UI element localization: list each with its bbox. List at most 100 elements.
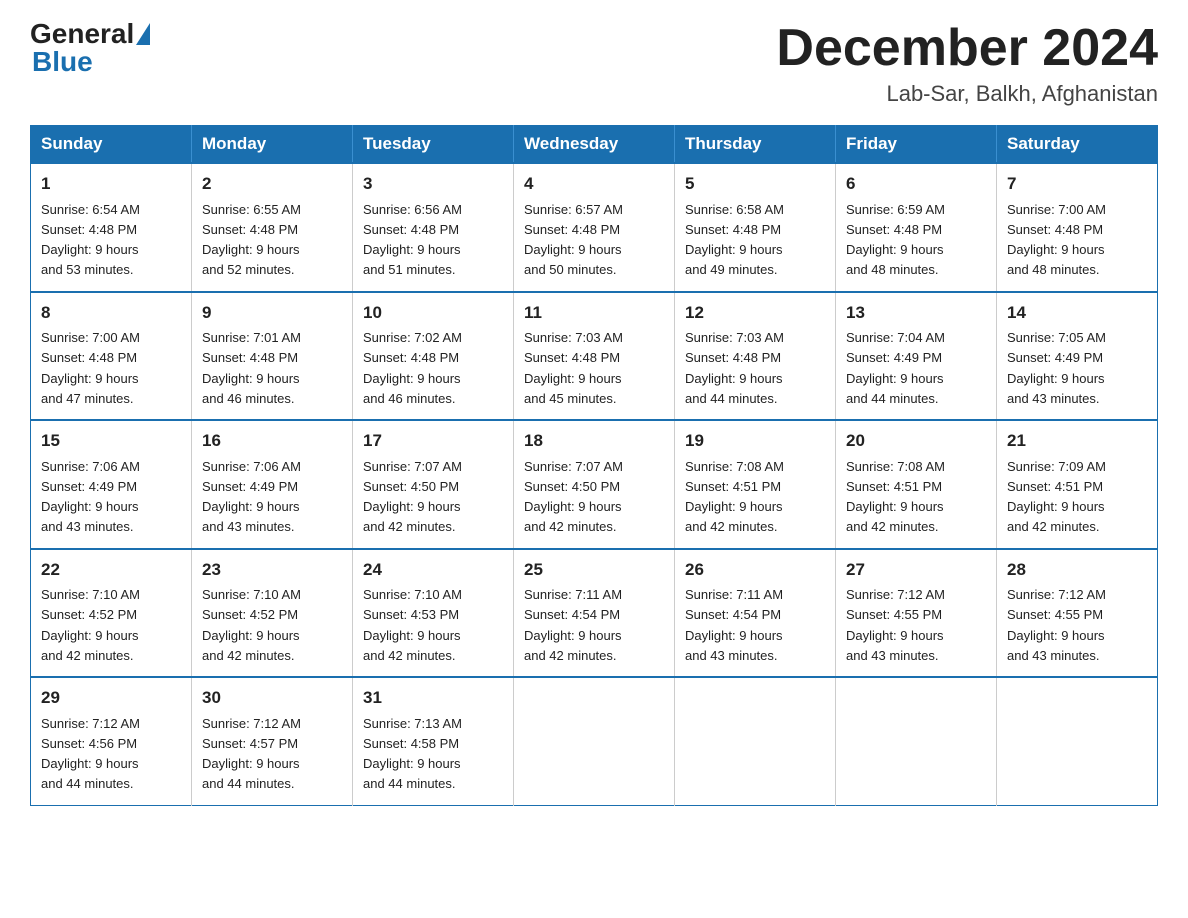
calendar-week-3: 15 Sunrise: 7:06 AMSunset: 4:49 PMDaylig…: [31, 420, 1158, 549]
calendar-cell: [997, 677, 1158, 805]
day-number: 23: [202, 557, 342, 583]
calendar-cell: 27 Sunrise: 7:12 AMSunset: 4:55 PMDaylig…: [836, 549, 997, 678]
calendar-cell: 6 Sunrise: 6:59 AMSunset: 4:48 PMDayligh…: [836, 163, 997, 292]
header-cell-wednesday: Wednesday: [514, 126, 675, 164]
calendar-cell: 20 Sunrise: 7:08 AMSunset: 4:51 PMDaylig…: [836, 420, 997, 549]
day-number: 15: [41, 428, 181, 454]
day-info: Sunrise: 7:01 AMSunset: 4:48 PMDaylight:…: [202, 330, 301, 406]
day-number: 26: [685, 557, 825, 583]
calendar-cell: 14 Sunrise: 7:05 AMSunset: 4:49 PMDaylig…: [997, 292, 1158, 421]
day-info: Sunrise: 7:03 AMSunset: 4:48 PMDaylight:…: [685, 330, 784, 406]
calendar-cell: 1 Sunrise: 6:54 AMSunset: 4:48 PMDayligh…: [31, 163, 192, 292]
day-number: 4: [524, 171, 664, 197]
calendar-body: 1 Sunrise: 6:54 AMSunset: 4:48 PMDayligh…: [31, 163, 1158, 805]
main-title: December 2024: [776, 20, 1158, 77]
title-area: December 2024 Lab-Sar, Balkh, Afghanista…: [776, 20, 1158, 107]
calendar-cell: 12 Sunrise: 7:03 AMSunset: 4:48 PMDaylig…: [675, 292, 836, 421]
calendar-cell: 21 Sunrise: 7:09 AMSunset: 4:51 PMDaylig…: [997, 420, 1158, 549]
header: General Blue December 2024 Lab-Sar, Balk…: [30, 20, 1158, 107]
logo-area: General Blue: [30, 20, 152, 78]
day-info: Sunrise: 7:10 AMSunset: 4:52 PMDaylight:…: [202, 587, 301, 663]
calendar-cell: 11 Sunrise: 7:03 AMSunset: 4:48 PMDaylig…: [514, 292, 675, 421]
day-number: 12: [685, 300, 825, 326]
calendar-cell: 29 Sunrise: 7:12 AMSunset: 4:56 PMDaylig…: [31, 677, 192, 805]
calendar-cell: 23 Sunrise: 7:10 AMSunset: 4:52 PMDaylig…: [192, 549, 353, 678]
day-info: Sunrise: 7:00 AMSunset: 4:48 PMDaylight:…: [41, 330, 140, 406]
calendar-week-5: 29 Sunrise: 7:12 AMSunset: 4:56 PMDaylig…: [31, 677, 1158, 805]
day-number: 31: [363, 685, 503, 711]
day-number: 11: [524, 300, 664, 326]
header-cell-saturday: Saturday: [997, 126, 1158, 164]
calendar-cell: 3 Sunrise: 6:56 AMSunset: 4:48 PMDayligh…: [353, 163, 514, 292]
calendar-cell: 15 Sunrise: 7:06 AMSunset: 4:49 PMDaylig…: [31, 420, 192, 549]
page: General Blue December 2024 Lab-Sar, Balk…: [0, 0, 1188, 836]
day-info: Sunrise: 7:08 AMSunset: 4:51 PMDaylight:…: [685, 459, 784, 535]
day-number: 25: [524, 557, 664, 583]
calendar-cell: [836, 677, 997, 805]
calendar-cell: 25 Sunrise: 7:11 AMSunset: 4:54 PMDaylig…: [514, 549, 675, 678]
logo-blue-text: Blue: [32, 46, 93, 77]
day-info: Sunrise: 7:02 AMSunset: 4:48 PMDaylight:…: [363, 330, 462, 406]
day-info: Sunrise: 6:55 AMSunset: 4:48 PMDaylight:…: [202, 202, 301, 278]
day-number: 13: [846, 300, 986, 326]
calendar-cell: 17 Sunrise: 7:07 AMSunset: 4:50 PMDaylig…: [353, 420, 514, 549]
day-number: 7: [1007, 171, 1147, 197]
calendar-cell: 7 Sunrise: 7:00 AMSunset: 4:48 PMDayligh…: [997, 163, 1158, 292]
calendar-week-4: 22 Sunrise: 7:10 AMSunset: 4:52 PMDaylig…: [31, 549, 1158, 678]
calendar-week-2: 8 Sunrise: 7:00 AMSunset: 4:48 PMDayligh…: [31, 292, 1158, 421]
day-info: Sunrise: 7:03 AMSunset: 4:48 PMDaylight:…: [524, 330, 623, 406]
logo-general-text: General: [30, 20, 134, 48]
day-info: Sunrise: 7:12 AMSunset: 4:55 PMDaylight:…: [1007, 587, 1106, 663]
day-number: 27: [846, 557, 986, 583]
calendar-cell: 26 Sunrise: 7:11 AMSunset: 4:54 PMDaylig…: [675, 549, 836, 678]
day-number: 29: [41, 685, 181, 711]
day-number: 1: [41, 171, 181, 197]
day-info: Sunrise: 7:09 AMSunset: 4:51 PMDaylight:…: [1007, 459, 1106, 535]
day-info: Sunrise: 7:12 AMSunset: 4:56 PMDaylight:…: [41, 716, 140, 792]
logo-triangle-icon: [136, 23, 150, 45]
calendar-cell: 2 Sunrise: 6:55 AMSunset: 4:48 PMDayligh…: [192, 163, 353, 292]
day-info: Sunrise: 7:06 AMSunset: 4:49 PMDaylight:…: [41, 459, 140, 535]
day-info: Sunrise: 7:04 AMSunset: 4:49 PMDaylight:…: [846, 330, 945, 406]
day-info: Sunrise: 6:54 AMSunset: 4:48 PMDaylight:…: [41, 202, 140, 278]
day-info: Sunrise: 6:58 AMSunset: 4:48 PMDaylight:…: [685, 202, 784, 278]
day-number: 2: [202, 171, 342, 197]
day-number: 14: [1007, 300, 1147, 326]
day-info: Sunrise: 7:07 AMSunset: 4:50 PMDaylight:…: [363, 459, 462, 535]
day-number: 24: [363, 557, 503, 583]
day-number: 17: [363, 428, 503, 454]
calendar-header: SundayMondayTuesdayWednesdayThursdayFrid…: [31, 126, 1158, 164]
subtitle: Lab-Sar, Balkh, Afghanistan: [776, 81, 1158, 107]
day-info: Sunrise: 6:57 AMSunset: 4:48 PMDaylight:…: [524, 202, 623, 278]
calendar-cell: 19 Sunrise: 7:08 AMSunset: 4:51 PMDaylig…: [675, 420, 836, 549]
header-cell-thursday: Thursday: [675, 126, 836, 164]
day-number: 10: [363, 300, 503, 326]
day-info: Sunrise: 6:59 AMSunset: 4:48 PMDaylight:…: [846, 202, 945, 278]
day-info: Sunrise: 7:00 AMSunset: 4:48 PMDaylight:…: [1007, 202, 1106, 278]
calendar-cell: 8 Sunrise: 7:00 AMSunset: 4:48 PMDayligh…: [31, 292, 192, 421]
day-info: Sunrise: 7:10 AMSunset: 4:52 PMDaylight:…: [41, 587, 140, 663]
calendar-cell: 22 Sunrise: 7:10 AMSunset: 4:52 PMDaylig…: [31, 549, 192, 678]
calendar-cell: 13 Sunrise: 7:04 AMSunset: 4:49 PMDaylig…: [836, 292, 997, 421]
day-number: 5: [685, 171, 825, 197]
day-info: Sunrise: 7:12 AMSunset: 4:57 PMDaylight:…: [202, 716, 301, 792]
day-info: Sunrise: 6:56 AMSunset: 4:48 PMDaylight:…: [363, 202, 462, 278]
calendar-cell: 10 Sunrise: 7:02 AMSunset: 4:48 PMDaylig…: [353, 292, 514, 421]
day-info: Sunrise: 7:11 AMSunset: 4:54 PMDaylight:…: [685, 587, 783, 663]
calendar-cell: 16 Sunrise: 7:06 AMSunset: 4:49 PMDaylig…: [192, 420, 353, 549]
calendar-cell: 9 Sunrise: 7:01 AMSunset: 4:48 PMDayligh…: [192, 292, 353, 421]
calendar-cell: 30 Sunrise: 7:12 AMSunset: 4:57 PMDaylig…: [192, 677, 353, 805]
logo: General: [30, 20, 152, 48]
day-number: 16: [202, 428, 342, 454]
calendar-cell: 5 Sunrise: 6:58 AMSunset: 4:48 PMDayligh…: [675, 163, 836, 292]
day-number: 28: [1007, 557, 1147, 583]
day-number: 19: [685, 428, 825, 454]
day-number: 20: [846, 428, 986, 454]
day-number: 22: [41, 557, 181, 583]
day-info: Sunrise: 7:10 AMSunset: 4:53 PMDaylight:…: [363, 587, 462, 663]
day-info: Sunrise: 7:07 AMSunset: 4:50 PMDaylight:…: [524, 459, 623, 535]
header-row: SundayMondayTuesdayWednesdayThursdayFrid…: [31, 126, 1158, 164]
calendar-week-1: 1 Sunrise: 6:54 AMSunset: 4:48 PMDayligh…: [31, 163, 1158, 292]
calendar-cell: 4 Sunrise: 6:57 AMSunset: 4:48 PMDayligh…: [514, 163, 675, 292]
day-number: 21: [1007, 428, 1147, 454]
